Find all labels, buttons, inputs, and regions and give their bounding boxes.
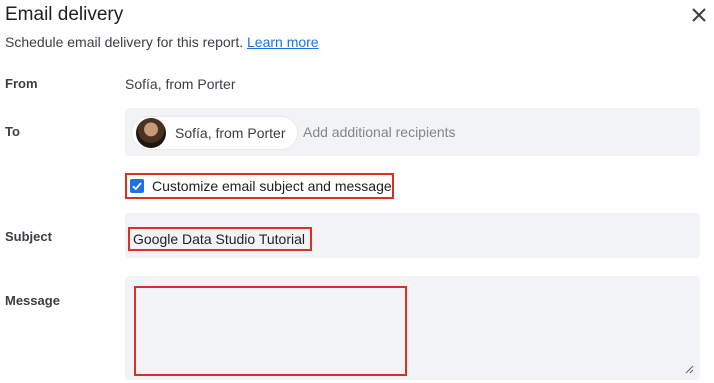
subject-label: Subject xyxy=(5,229,52,244)
dialog-subtitle: Schedule email delivery for this report.… xyxy=(5,34,319,50)
recipient-chip-label: Sofía, from Porter xyxy=(175,125,286,141)
close-icon xyxy=(692,8,706,22)
recipients-field[interactable]: Sofía, from Porter xyxy=(125,108,700,156)
message-label: Message xyxy=(5,293,60,308)
customize-checkbox[interactable] xyxy=(130,179,144,193)
from-value: Sofía, from Porter xyxy=(125,76,236,92)
message-field[interactable] xyxy=(125,276,700,380)
subject-input[interactable] xyxy=(128,227,312,251)
customize-checkbox-label: Customize email subject and message xyxy=(152,178,392,194)
additional-recipients-input[interactable] xyxy=(303,117,683,147)
message-textarea[interactable] xyxy=(134,286,407,376)
subject-field[interactable] xyxy=(125,213,700,258)
customize-subject-message-option[interactable]: Customize email subject and message xyxy=(125,173,394,199)
learn-more-link[interactable]: Learn more xyxy=(247,34,319,50)
from-label: From xyxy=(5,76,38,91)
to-label: To xyxy=(5,124,20,139)
dialog-title: Email delivery xyxy=(5,4,124,25)
recipient-chip[interactable]: Sofía, from Porter xyxy=(131,116,299,150)
close-button[interactable] xyxy=(688,4,710,26)
avatar xyxy=(136,118,166,148)
resize-handle-icon[interactable] xyxy=(685,365,694,374)
subtitle-text: Schedule email delivery for this report. xyxy=(5,34,244,50)
checkmark-icon xyxy=(132,182,142,191)
